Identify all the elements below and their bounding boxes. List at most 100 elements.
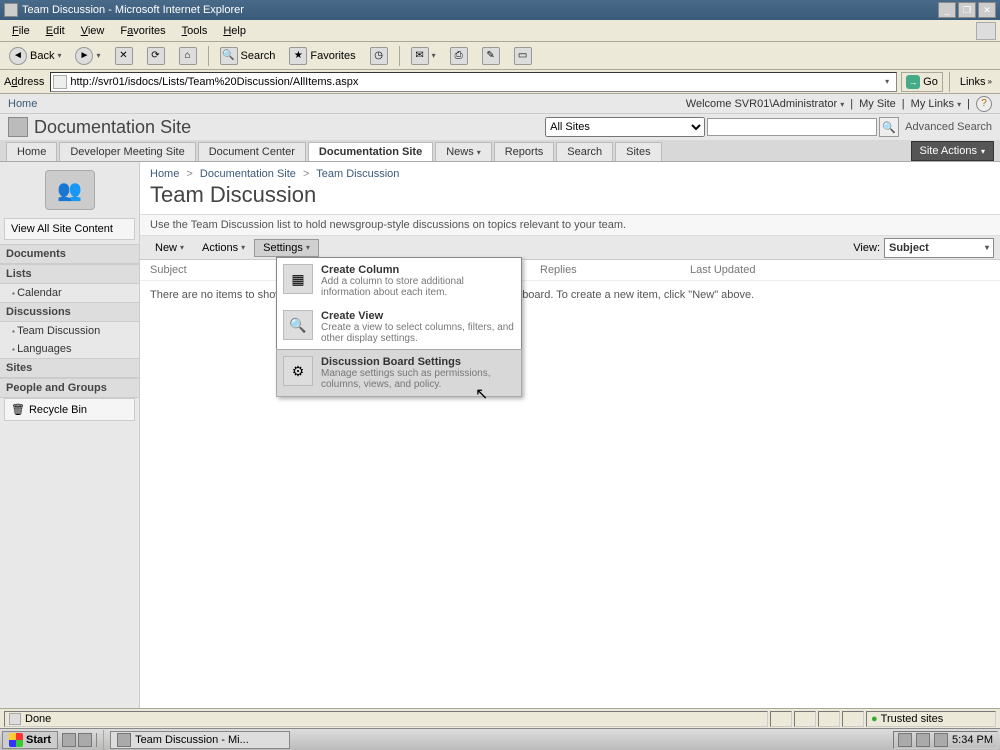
menu-help[interactable]: Help [215, 23, 254, 39]
tab-documentation-site[interactable]: Documentation Site [308, 142, 433, 161]
tray-icon[interactable] [916, 733, 930, 747]
menu-item-desc: Add a column to store additional informa… [321, 276, 515, 298]
windows-taskbar: Start Team Discussion - Mi... 5:34 PM [0, 728, 1000, 750]
site-actions-menu[interactable]: Site Actions▾ [911, 141, 995, 161]
nav-item-languages[interactable]: Languages [0, 340, 139, 358]
crumb-docsite[interactable]: Documentation Site [200, 168, 296, 180]
view-selector[interactable]: Subject▾ [884, 238, 994, 258]
home-icon: ⌂ [179, 47, 197, 65]
menu-tools[interactable]: Tools [174, 23, 216, 39]
search-button[interactable]: 🔍Search [215, 44, 281, 68]
help-icon[interactable]: ? [976, 96, 992, 112]
url-dropdown-icon[interactable]: ▾ [880, 77, 894, 86]
create-view-icon: 🔍 [283, 310, 313, 340]
crumb-home[interactable]: Home [150, 168, 179, 180]
search-input[interactable] [707, 118, 877, 136]
windows-logo-icon [9, 733, 23, 747]
taskbar-separator [103, 730, 104, 750]
menu-view[interactable]: View [73, 23, 113, 39]
nav-item-calendar[interactable]: Calendar [0, 284, 139, 302]
tab-document-center[interactable]: Document Center [198, 142, 306, 161]
tab-news[interactable]: News▾ [435, 142, 492, 161]
refresh-icon: ⟳ [147, 47, 165, 65]
mylinks-menu[interactable]: My Links ▾ [911, 98, 961, 110]
status-text: Done [4, 711, 768, 727]
url-input[interactable] [70, 76, 880, 88]
mysite-link[interactable]: My Site [859, 98, 896, 110]
nav-head-documents[interactable]: Documents [0, 244, 139, 264]
tray-icon[interactable] [898, 733, 912, 747]
menu-file[interactable]: File [4, 23, 38, 39]
quick-launch-icon[interactable] [62, 733, 76, 747]
settings-gear-icon: ⚙ [283, 356, 313, 386]
recycle-bin[interactable]: 🗑Recycle Bin [4, 398, 135, 421]
status-pane [818, 711, 840, 727]
tab-developer-meeting[interactable]: Developer Meeting Site [59, 142, 195, 161]
left-navigation: 👥 View All Site Content Documents Lists … [0, 162, 140, 722]
menu-create-column[interactable]: ▦ Create Column Add a column to store ad… [277, 258, 521, 304]
tab-search[interactable]: Search [556, 142, 613, 161]
menu-favorites[interactable]: Favorites [112, 23, 173, 39]
back-button[interactable]: ◄Back▾ [4, 44, 66, 68]
nav-head-people-groups[interactable]: People and Groups [0, 378, 139, 398]
welcome-user[interactable]: Welcome SVR01\Administrator ▾ [686, 98, 844, 110]
quick-launch-icon[interactable] [78, 733, 92, 747]
nav-head-lists[interactable]: Lists [0, 264, 139, 284]
go-button[interactable]: →Go [901, 72, 943, 92]
global-nav: Home Welcome SVR01\Administrator ▾ | My … [0, 94, 1000, 114]
search-go-button[interactable]: 🔍 [879, 117, 899, 137]
tray-icon[interactable] [934, 733, 948, 747]
menu-edit[interactable]: Edit [38, 23, 73, 39]
site-header: Documentation Site All Sites 🔍 Advanced … [0, 114, 1000, 140]
nav-head-discussions[interactable]: Discussions [0, 302, 139, 322]
app-icon [4, 3, 18, 17]
list-icon: 👥 [45, 170, 95, 210]
discuss-button[interactable]: ▭ [509, 44, 537, 68]
url-box[interactable]: ▾ [50, 72, 897, 92]
favorites-button[interactable]: ★Favorites [284, 44, 360, 68]
history-icon: ◷ [370, 47, 388, 65]
mail-button[interactable]: ✉▾ [406, 44, 441, 68]
close-button[interactable]: ✕ [978, 2, 996, 18]
star-icon: ★ [289, 47, 307, 65]
security-zone: ●Trusted sites [866, 711, 996, 727]
site-logo-icon [8, 117, 28, 137]
forward-button[interactable]: ►▾ [70, 44, 105, 68]
actions-menu[interactable]: Actions▾ [193, 239, 254, 257]
settings-menu[interactable]: Settings▾ [254, 239, 319, 257]
home-button[interactable]: ⌂ [174, 44, 202, 68]
empty-list-message: There are no items to show in this view … [140, 281, 1000, 309]
links-button[interactable]: Links » [956, 76, 996, 88]
col-replies[interactable]: Replies [540, 264, 690, 276]
nav-item-team-discussion[interactable]: Team Discussion [0, 322, 139, 340]
col-last-updated[interactable]: Last Updated [690, 264, 990, 276]
view-all-site-content[interactable]: View All Site Content [4, 218, 135, 240]
start-button[interactable]: Start [2, 731, 58, 749]
menu-create-view[interactable]: 🔍 Create View Create a view to select co… [277, 304, 521, 350]
tab-home[interactable]: Home [6, 142, 57, 161]
history-button[interactable]: ◷ [365, 44, 393, 68]
menu-item-title: Discussion Board Settings [321, 356, 515, 368]
edit-button[interactable]: ✎ [477, 44, 505, 68]
minimize-button[interactable]: _ [938, 2, 956, 18]
refresh-button[interactable]: ⟳ [142, 44, 170, 68]
tab-sites[interactable]: Sites [615, 142, 661, 161]
print-button[interactable]: ⎙ [445, 44, 473, 68]
address-label: Address [4, 76, 44, 88]
menu-item-title: Create View [321, 310, 515, 322]
mail-icon: ✉ [411, 47, 429, 65]
restore-button[interactable]: ❐ [958, 2, 976, 18]
page-title: Team Discussion [140, 182, 1000, 214]
top-nav-tabs: Home Developer Meeting Site Document Cen… [0, 140, 1000, 162]
stop-button[interactable]: ✕ [110, 44, 138, 68]
nav-head-sites[interactable]: Sites [0, 358, 139, 378]
new-menu[interactable]: New▾ [146, 239, 193, 257]
tab-reports[interactable]: Reports [494, 142, 555, 161]
taskbar-app-button[interactable]: Team Discussion - Mi... [110, 731, 290, 749]
menubar: File Edit View Favorites Tools Help [0, 20, 1000, 42]
window-titlebar: Team Discussion - Microsoft Internet Exp… [0, 0, 1000, 20]
menu-item-desc: Create a view to select columns, filters… [321, 322, 515, 344]
search-scope-select[interactable]: All Sites [545, 117, 705, 137]
advanced-search-link[interactable]: Advanced Search [905, 121, 992, 133]
global-home-link[interactable]: Home [8, 98, 37, 110]
